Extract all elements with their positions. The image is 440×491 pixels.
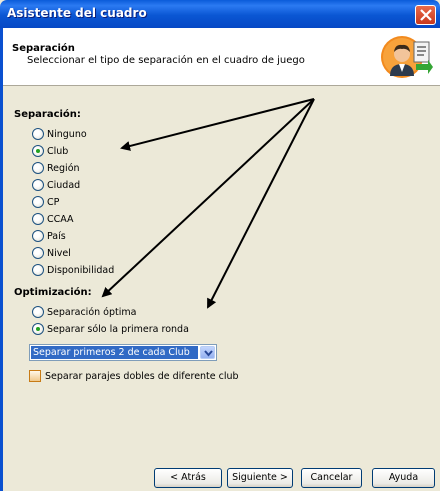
- radio-pais[interactable]: País: [32, 229, 66, 243]
- header-subtitle: Seleccionar el tipo de separación en el …: [27, 55, 305, 66]
- radio-button[interactable]: [32, 196, 44, 208]
- wizard-user-icon: [381, 36, 433, 78]
- radio-cp[interactable]: CP: [32, 195, 59, 209]
- chevron-down-icon: [204, 350, 213, 357]
- radio-nivel[interactable]: Nivel: [32, 246, 71, 260]
- radio-separacion-optima[interactable]: Separación óptima: [32, 305, 136, 319]
- radio-label: Separación óptima: [47, 306, 137, 318]
- radio-label: CCAA: [47, 213, 74, 225]
- checkbox[interactable]: [29, 370, 41, 382]
- radio-button-checked[interactable]: [32, 145, 44, 157]
- optimizacion-title: Optimización:: [14, 287, 92, 298]
- radio-ccaa[interactable]: CCAA: [32, 212, 74, 226]
- radio-label: CP: [47, 196, 60, 208]
- window-title: Asistente del cuadro: [7, 6, 147, 20]
- radio-button[interactable]: [32, 264, 44, 276]
- radio-label: Nivel: [47, 247, 71, 259]
- radio-label: País: [47, 230, 66, 242]
- dropdown-value: Separar primeros 2 de cada Club: [31, 346, 198, 359]
- radio-label: Ciudad: [47, 179, 81, 191]
- radio-ciudad[interactable]: Ciudad: [32, 178, 80, 192]
- header-title: Separación: [12, 43, 75, 54]
- radio-label: Separar sólo la primera ronda: [47, 323, 189, 335]
- title-bar[interactable]: Asistente del cuadro: [0, 0, 440, 28]
- wizard-header: Separación Seleccionar el tipo de separa…: [3, 28, 440, 86]
- radio-button[interactable]: [32, 306, 44, 318]
- radio-button-checked[interactable]: [32, 323, 44, 335]
- radio-button[interactable]: [32, 162, 44, 174]
- dropdown-button[interactable]: [200, 346, 215, 359]
- radio-primera-ronda[interactable]: Separar sólo la primera ronda: [32, 322, 189, 336]
- radio-button[interactable]: [32, 179, 44, 191]
- radio-club[interactable]: Club: [32, 144, 68, 158]
- separacion-title: Separación:: [14, 109, 81, 120]
- checkbox-label: Separar parajes dobles de diferente club: [45, 370, 239, 382]
- radio-region[interactable]: Región: [32, 161, 80, 175]
- radio-label: Región: [47, 162, 80, 174]
- checkbox-dobles[interactable]: Separar parajes dobles de diferente club: [29, 369, 239, 383]
- next-button[interactable]: Siguiente >: [227, 468, 293, 488]
- radio-disponibilidad[interactable]: Disponibilidad: [32, 263, 114, 277]
- close-icon: [420, 9, 432, 21]
- radio-label: Ninguno: [47, 128, 87, 140]
- help-button[interactable]: Ayuda: [372, 468, 435, 488]
- radio-label: Club: [47, 145, 69, 157]
- close-button[interactable]: [415, 5, 436, 25]
- wizard-content: Separación: Ninguno Club Región Ciudad C…: [3, 86, 440, 491]
- back-button[interactable]: < Atrás: [154, 468, 222, 488]
- radio-ninguno[interactable]: Ninguno: [32, 127, 87, 141]
- radio-button[interactable]: [32, 230, 44, 242]
- radio-button[interactable]: [32, 128, 44, 140]
- separation-dropdown[interactable]: Separar primeros 2 de cada Club: [29, 344, 217, 361]
- radio-button[interactable]: [32, 247, 44, 259]
- radio-button[interactable]: [32, 213, 44, 225]
- cancel-button[interactable]: Cancelar: [301, 468, 362, 488]
- radio-label: Disponibilidad: [47, 264, 115, 276]
